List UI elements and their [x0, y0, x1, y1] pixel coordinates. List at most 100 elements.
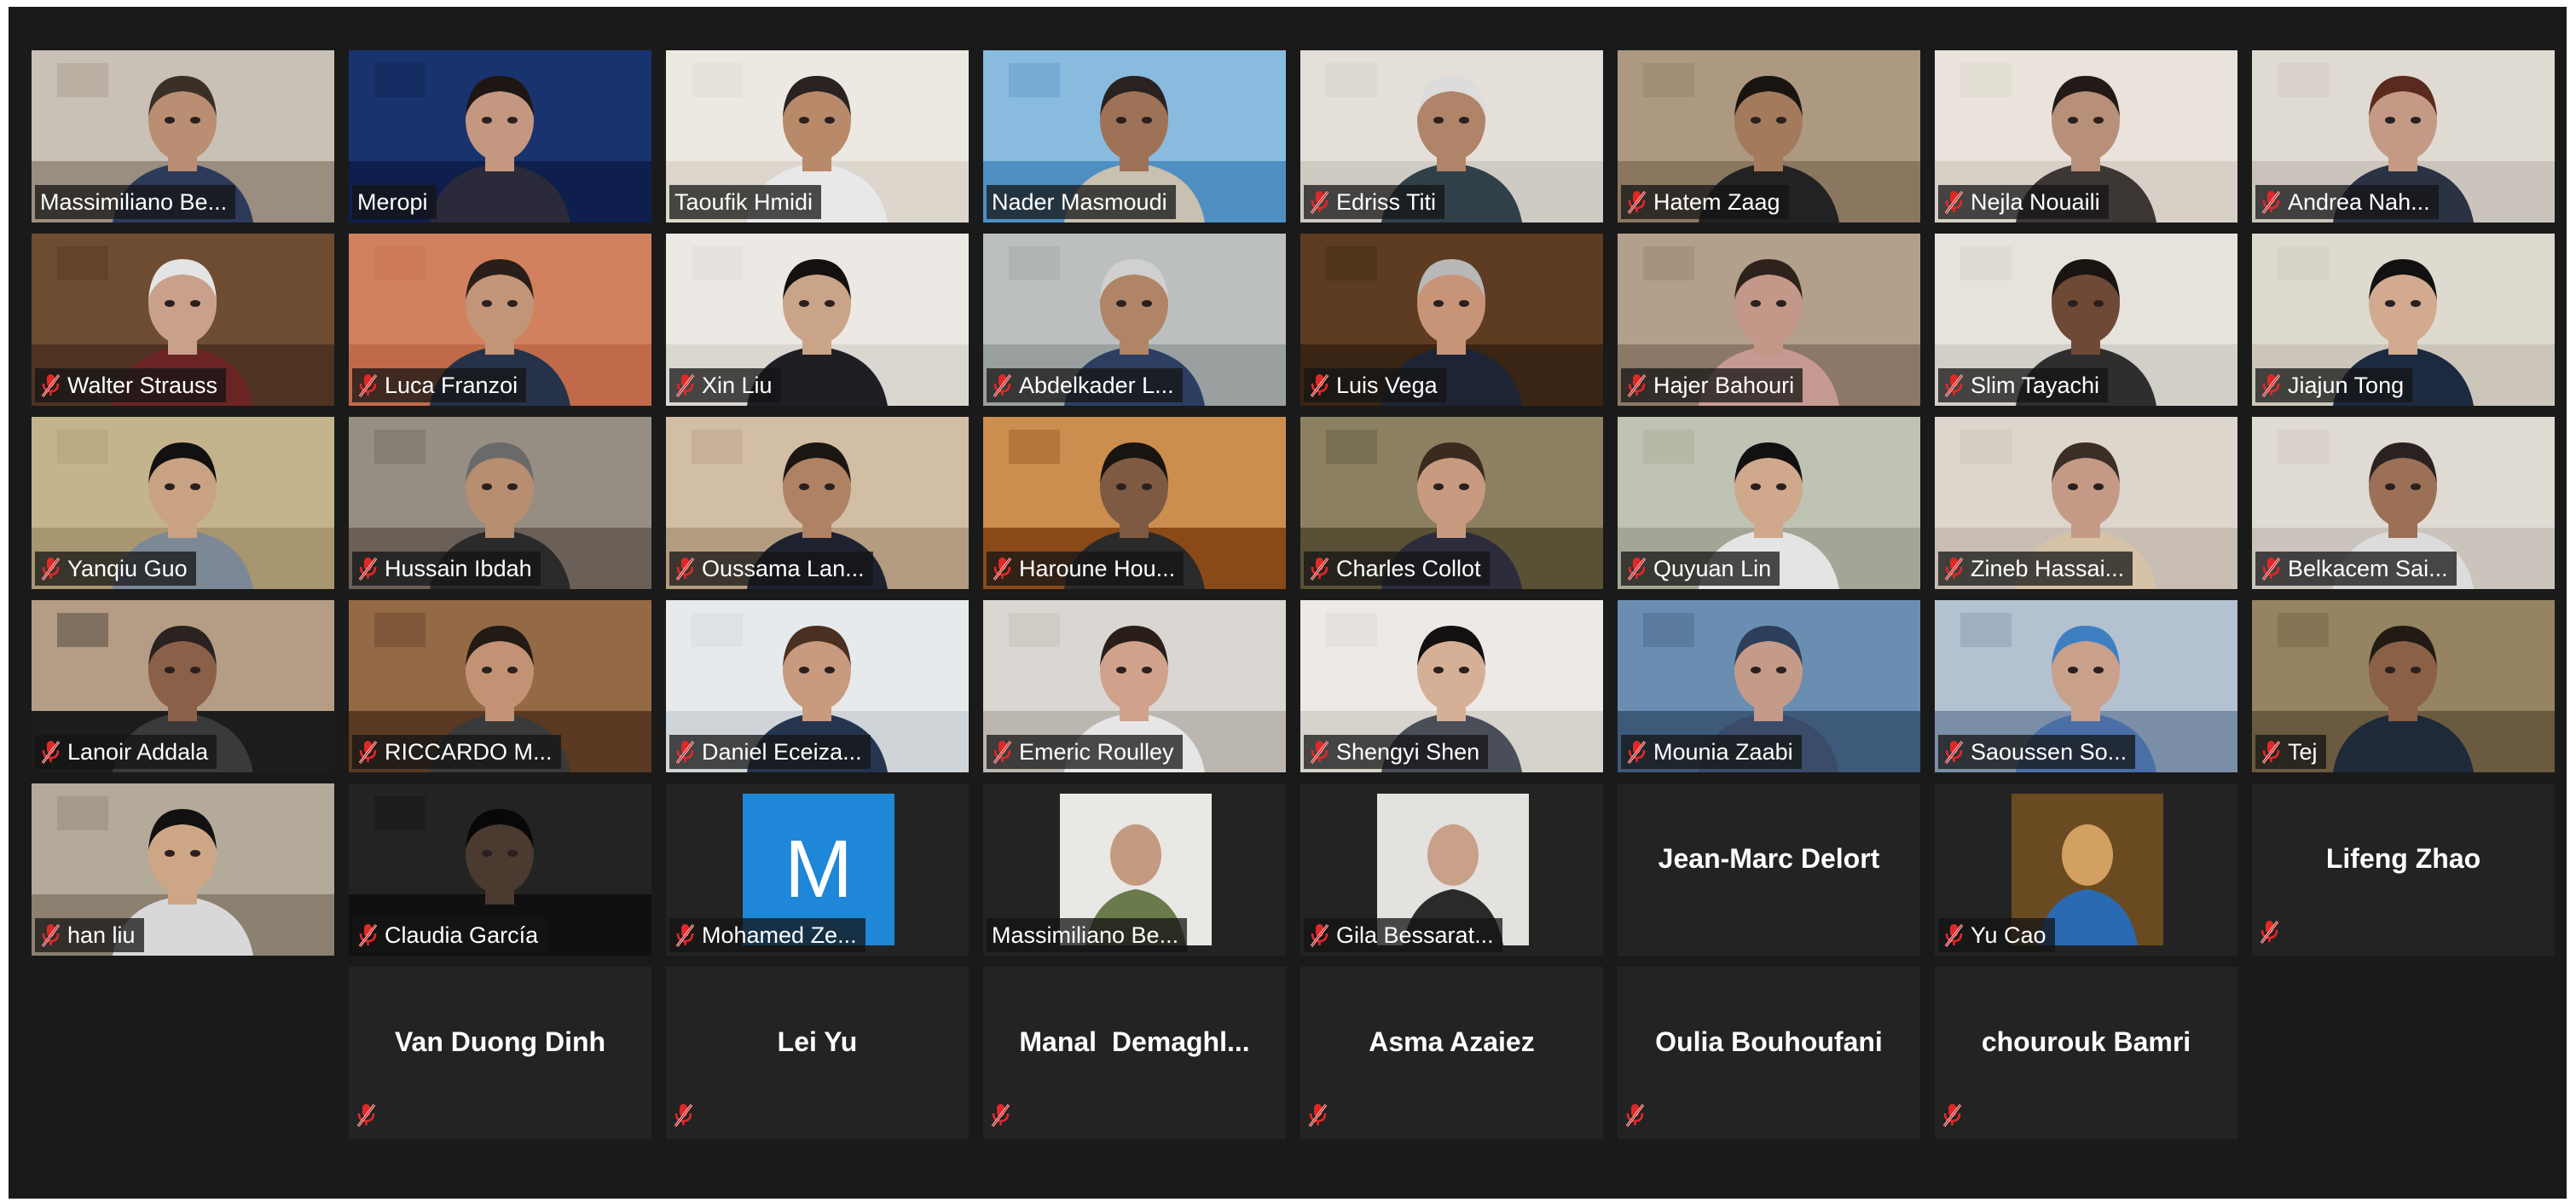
participant-display-name: chourouk Bamri: [1981, 1026, 2191, 1057]
participant-tile-luis-vega[interactable]: Luis Vega: [1300, 234, 1603, 406]
participant-display-name: Asma Azaiez: [1369, 1026, 1535, 1057]
participant-tile-xin-liu[interactable]: Xin Liu: [666, 234, 969, 406]
participant-tile-lei-yu[interactable]: Lei Yu: [666, 967, 969, 1139]
participant-name-tag: Claudia García: [352, 918, 547, 952]
participant-name-tag: Andrea Nah...: [2255, 185, 2439, 219]
participant-tile-manal-demaghl[interactable]: Manal Demaghl...: [983, 967, 1286, 1139]
participant-tile-gila-bessarat[interactable]: Gila Bessarat...: [1300, 783, 1603, 956]
participant-tile-andrea-nah[interactable]: Andrea Nah...: [2252, 50, 2555, 222]
participant-tile-oulia-bouhoufani[interactable]: Oulia Bouhoufani: [1618, 967, 1920, 1139]
muted-mic-icon: [41, 558, 61, 581]
muted-mic-icon: [1627, 374, 1647, 397]
participant-name: Abdelkader L...: [1019, 373, 1174, 398]
participant-name-tag: han liu: [35, 918, 144, 952]
participant-name: Yu Cao: [1971, 922, 2046, 948]
participant-tile-riccardo-m[interactable]: RICCARDO M...: [349, 600, 651, 772]
participant-tile-mounia-zaabi[interactable]: Mounia Zaabi: [1618, 600, 1920, 772]
participant-display-name: Van Duong Dinh: [394, 1026, 606, 1057]
participant-display-name: Jean-Marc Delort: [1658, 843, 1880, 874]
muted-mic-icon: [991, 1104, 1010, 1127]
participant-tile-edriss-titi[interactable]: Edriss Titi: [1300, 50, 1603, 222]
muted-indicator: [1624, 1102, 1647, 1132]
participant-display-name: Lifeng Zhao: [2325, 843, 2481, 874]
participant-name: Daniel Eceiza...: [702, 739, 862, 765]
muted-mic-icon: [1627, 191, 1647, 214]
participant-tile-tej[interactable]: Tej: [2252, 600, 2555, 772]
participant-tile-yanqiu-guo[interactable]: Yanqiu Guo: [32, 417, 334, 589]
participant-tile-mohamed-ze[interactable]: M Mohamed Ze...: [666, 783, 969, 956]
participant-name: Hussain Ibdah: [385, 556, 532, 581]
participant-name-tag: Massimiliano Be...: [35, 185, 236, 219]
participant-name-tag: Quyuan Lin: [1621, 552, 1780, 586]
participant-name: Xin Liu: [702, 373, 773, 398]
participant-tile-zineb-hassai[interactable]: Zineb Hassai...: [1935, 417, 2237, 589]
participant-tile-saoussen-so[interactable]: Saoussen So...: [1935, 600, 2237, 772]
participant-name: Shengyi Shen: [1336, 739, 1480, 765]
participant-tile-shengyi-shen[interactable]: Shengyi Shen: [1300, 600, 1603, 772]
participant-tile-taoufik-hmidi[interactable]: Taoufik Hmidi: [666, 50, 969, 222]
participant-name: Emeric Roulley: [1019, 739, 1174, 765]
participant-tile-haroune-hou[interactable]: Haroune Hou...: [983, 417, 1286, 589]
participant-tile-meropi[interactable]: Meropi: [349, 50, 651, 222]
muted-mic-icon: [1310, 558, 1329, 581]
participant-name-tag: Mounia Zaabi: [1621, 735, 1802, 769]
participant-tile-claudia-garc-a[interactable]: Claudia García: [349, 783, 651, 956]
muted-mic-icon: [1944, 558, 1964, 581]
muted-mic-icon: [1944, 374, 1964, 397]
muted-mic-icon: [1310, 741, 1329, 764]
participant-name: Nader Masmoudi: [992, 189, 1167, 215]
participant-name-tag: Jiajun Tong: [2255, 368, 2413, 402]
participant-tile-slim-tayachi[interactable]: Slim Tayachi: [1935, 234, 2237, 406]
participant-tile-emeric-roulley[interactable]: Emeric Roulley: [983, 600, 1286, 772]
participant-tile-yu-cao[interactable]: Yu Cao: [1935, 783, 2237, 956]
participant-tile-asma-azaiez[interactable]: Asma Azaiez: [1300, 967, 1603, 1139]
participant-tile-van-duong-dinh[interactable]: Van Duong Dinh: [349, 967, 651, 1139]
participant-name-tag: Yanqiu Guo: [35, 552, 196, 586]
participant-name-tag: Shengyi Shen: [1304, 735, 1489, 769]
participant-tile-daniel-eceiza[interactable]: Daniel Eceiza...: [666, 600, 969, 772]
participant-name-tag: Nejla Nouaili: [1938, 185, 2109, 219]
participant-name-tag: Charles Collot: [1304, 552, 1490, 586]
participant-tile-quyuan-lin[interactable]: Quyuan Lin: [1618, 417, 1920, 589]
participant-name: Luca Franzoi: [385, 373, 518, 398]
muted-mic-icon: [993, 558, 1012, 581]
participant-tile-belkacem-sai[interactable]: Belkacem Sai...: [2252, 417, 2555, 589]
muted-mic-icon: [2261, 374, 2281, 397]
participant-tile-lifeng-zhao[interactable]: Lifeng Zhao: [2252, 783, 2555, 956]
participant-tile-hatem-zaag[interactable]: Hatem Zaag: [1618, 50, 1920, 222]
participant-tile-massimiliano-be[interactable]: Massimiliano Be...: [983, 783, 1286, 956]
participant-name-tag: Haroune Hou...: [987, 552, 1184, 586]
participant-name-tag: Lanoir Addala: [35, 735, 217, 769]
participant-tile-walter-strauss[interactable]: Walter Strauss: [32, 234, 334, 406]
participant-tile-han-liu[interactable]: han liu: [32, 783, 334, 956]
participant-tile-nejla-nouaili[interactable]: Nejla Nouaili: [1935, 50, 2237, 222]
participant-tile-lanoir-addala[interactable]: Lanoir Addala: [32, 600, 334, 772]
muted-mic-icon: [1308, 1104, 1328, 1127]
participant-tile-hajer-bahouri[interactable]: Hajer Bahouri: [1618, 234, 1920, 406]
participant-name-tag: Meropi: [352, 185, 437, 219]
muted-mic-icon: [1310, 374, 1329, 397]
participant-tile-nader-masmoudi[interactable]: Nader Masmoudi: [983, 50, 1286, 222]
participant-tile-jean-marc-delort[interactable]: Jean-Marc Delort: [1618, 783, 1920, 956]
participant-tile-chourouk-bamri[interactable]: chourouk Bamri: [1935, 967, 2237, 1139]
muted-mic-icon: [2260, 921, 2279, 944]
participant-tile-charles-collot[interactable]: Charles Collot: [1300, 417, 1603, 589]
participant-tile-luca-franzoi[interactable]: Luca Franzoi: [349, 234, 651, 406]
participant-name: Belkacem Sai...: [2288, 556, 2448, 581]
participant-name: Tej: [2288, 739, 2318, 765]
muted-mic-icon: [2261, 558, 2281, 581]
muted-mic-icon: [1625, 1104, 1645, 1127]
muted-mic-icon: [675, 374, 695, 397]
participant-name: Gila Bessarat...: [1336, 922, 1494, 948]
participant-display-name: Oulia Bouhoufani: [1655, 1026, 1883, 1057]
participant-tile-oussama-lan[interactable]: Oussama Lan...: [666, 417, 969, 589]
participant-name: Saoussen So...: [1971, 739, 2127, 765]
participant-tile-abdelkader-l[interactable]: Abdelkader L...: [983, 234, 1286, 406]
participant-tile-massimiliano-be[interactable]: Massimiliano Be...: [32, 50, 334, 222]
muted-indicator: [2259, 919, 2281, 949]
muted-mic-icon: [675, 558, 695, 581]
participant-name-tag: Nader Masmoudi: [987, 185, 1176, 219]
participant-tile-hussain-ibdah[interactable]: Hussain Ibdah: [349, 417, 651, 589]
participant-name-tag: Massimiliano Be...: [987, 918, 1188, 952]
participant-tile-jiajun-tong[interactable]: Jiajun Tong: [2252, 234, 2555, 406]
